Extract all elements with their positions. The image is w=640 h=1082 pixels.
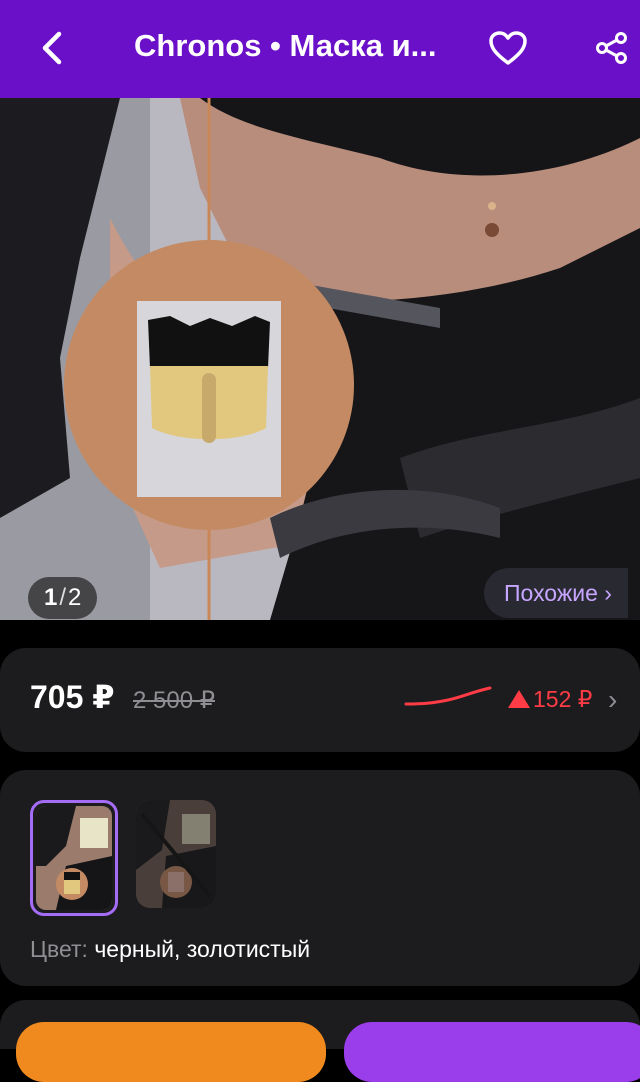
old-price: 2 500 ₽: [133, 687, 215, 714]
current-price: 705 ₽: [30, 679, 115, 715]
page-title: Chronos • Маска и...: [134, 28, 437, 63]
color-variant-black-gold[interactable]: [30, 800, 118, 916]
share-icon: [596, 32, 627, 64]
price-change: 152 ₽: [508, 686, 592, 713]
product-image-gallery[interactable]: [0, 98, 640, 620]
color-variant-second[interactable]: [136, 800, 216, 908]
variant-thumbnail: [36, 806, 112, 910]
similar-products-button[interactable]: Похожие ›: [484, 568, 628, 618]
color-label-key: Цвет:: [30, 936, 88, 962]
color-selector-card: Цвет: черный, золотистый: [0, 770, 640, 986]
price-trend-icon: [404, 686, 492, 706]
heart-icon: [489, 31, 527, 65]
back-button[interactable]: [24, 20, 80, 76]
top-app-bar: Chronos • Маска и...: [0, 0, 640, 98]
buy-now-button[interactable]: [16, 1022, 326, 1082]
share-button[interactable]: [584, 20, 640, 76]
favorite-button[interactable]: [480, 20, 536, 76]
add-to-cart-button[interactable]: [344, 1022, 640, 1082]
chevron-left-icon: [42, 31, 62, 65]
product-photo: [0, 98, 640, 620]
image-counter-total: 2: [68, 584, 82, 611]
arrow-up-icon: [508, 690, 530, 708]
chevron-right-icon: ›: [608, 684, 618, 715]
variant-thumbnail: [136, 800, 216, 908]
image-counter: 1/2: [28, 577, 98, 619]
image-counter-current: 1: [44, 584, 58, 611]
color-label: Цвет: черный, золотистый: [30, 936, 310, 963]
price-card[interactable]: 705 ₽ 2 500 ₽ 152 ₽ ›: [0, 648, 640, 752]
price-change-value: 152 ₽: [533, 686, 593, 712]
color-label-value: черный, золотистый: [87, 936, 311, 962]
